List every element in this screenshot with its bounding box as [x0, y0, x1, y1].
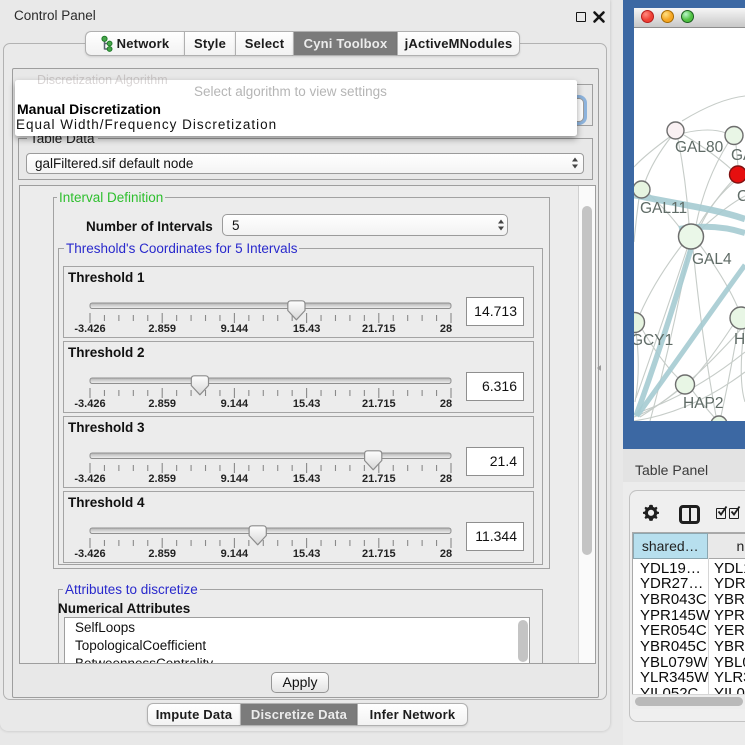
svg-text:HAP2: HAP2 — [683, 395, 724, 412]
svg-text:GA: GA — [731, 147, 745, 164]
svg-text:GAL80: GAL80 — [675, 139, 724, 156]
svg-text:GCY1: GCY1 — [634, 332, 673, 349]
svg-text:GAL11: GAL11 — [640, 200, 687, 217]
svg-text:HA: HA — [734, 331, 745, 348]
svg-text:CA: CA — [737, 188, 745, 205]
svg-text:GAL4: GAL4 — [692, 251, 732, 268]
